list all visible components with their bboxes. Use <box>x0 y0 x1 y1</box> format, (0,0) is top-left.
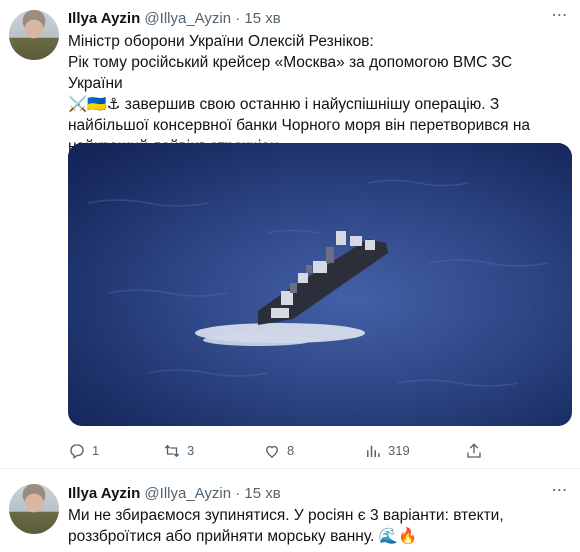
views-button[interactable]: 319 <box>364 440 410 462</box>
like-button[interactable]: 8 <box>263 440 294 462</box>
analytics-icon <box>367 445 380 457</box>
retweet-button[interactable]: 3 <box>163 440 194 462</box>
reply-icon <box>70 444 84 460</box>
author-handle[interactable]: @Illya_Ayzin <box>144 485 231 502</box>
tweet-header: Illya Ayzin @Illya_Ayzin · 15 хв <box>68 484 281 504</box>
more-icon[interactable]: ⋯ <box>550 8 570 29</box>
share-icon <box>467 443 481 458</box>
tweet-actions: 1 3 8 319 <box>68 440 572 462</box>
tweet-text: Міністр оборони України Олексій Резніков… <box>68 33 530 155</box>
sinking-ship-image <box>68 143 572 426</box>
timestamp[interactable]: 15 хв <box>244 10 280 27</box>
heart-icon <box>266 445 278 458</box>
share-button[interactable] <box>465 440 483 462</box>
more-icon[interactable]: ⋯ <box>550 483 570 504</box>
tweet-text: Ми не збираємося зупинятися. У росіян є … <box>68 507 504 545</box>
timestamp[interactable]: 15 хв <box>244 485 280 502</box>
tweet-image[interactable] <box>68 143 572 426</box>
avatar[interactable] <box>9 10 59 60</box>
retweet-count: 3 <box>187 443 195 458</box>
separator-dot: · <box>235 10 241 27</box>
author-name[interactable]: Illya Ayzin <box>68 485 140 502</box>
avatar[interactable] <box>9 484 59 534</box>
tweet-header: Illya Ayzin @Illya_Ayzin · 15 хв <box>68 9 281 29</box>
separator-dot: · <box>235 485 241 502</box>
author-name[interactable]: Illya Ayzin <box>68 10 140 27</box>
tweet[interactable]: Illya Ayzin @Illya_Ayzin · 15 хв ⋯ Мініс… <box>0 0 580 469</box>
like-count: 8 <box>287 443 295 458</box>
reply-button[interactable]: 1 <box>68 440 99 462</box>
views-count: 319 <box>388 443 410 458</box>
author-handle[interactable]: @Illya_Ayzin <box>144 10 231 27</box>
reply-count: 1 <box>92 443 100 458</box>
retweet-icon <box>164 444 180 458</box>
